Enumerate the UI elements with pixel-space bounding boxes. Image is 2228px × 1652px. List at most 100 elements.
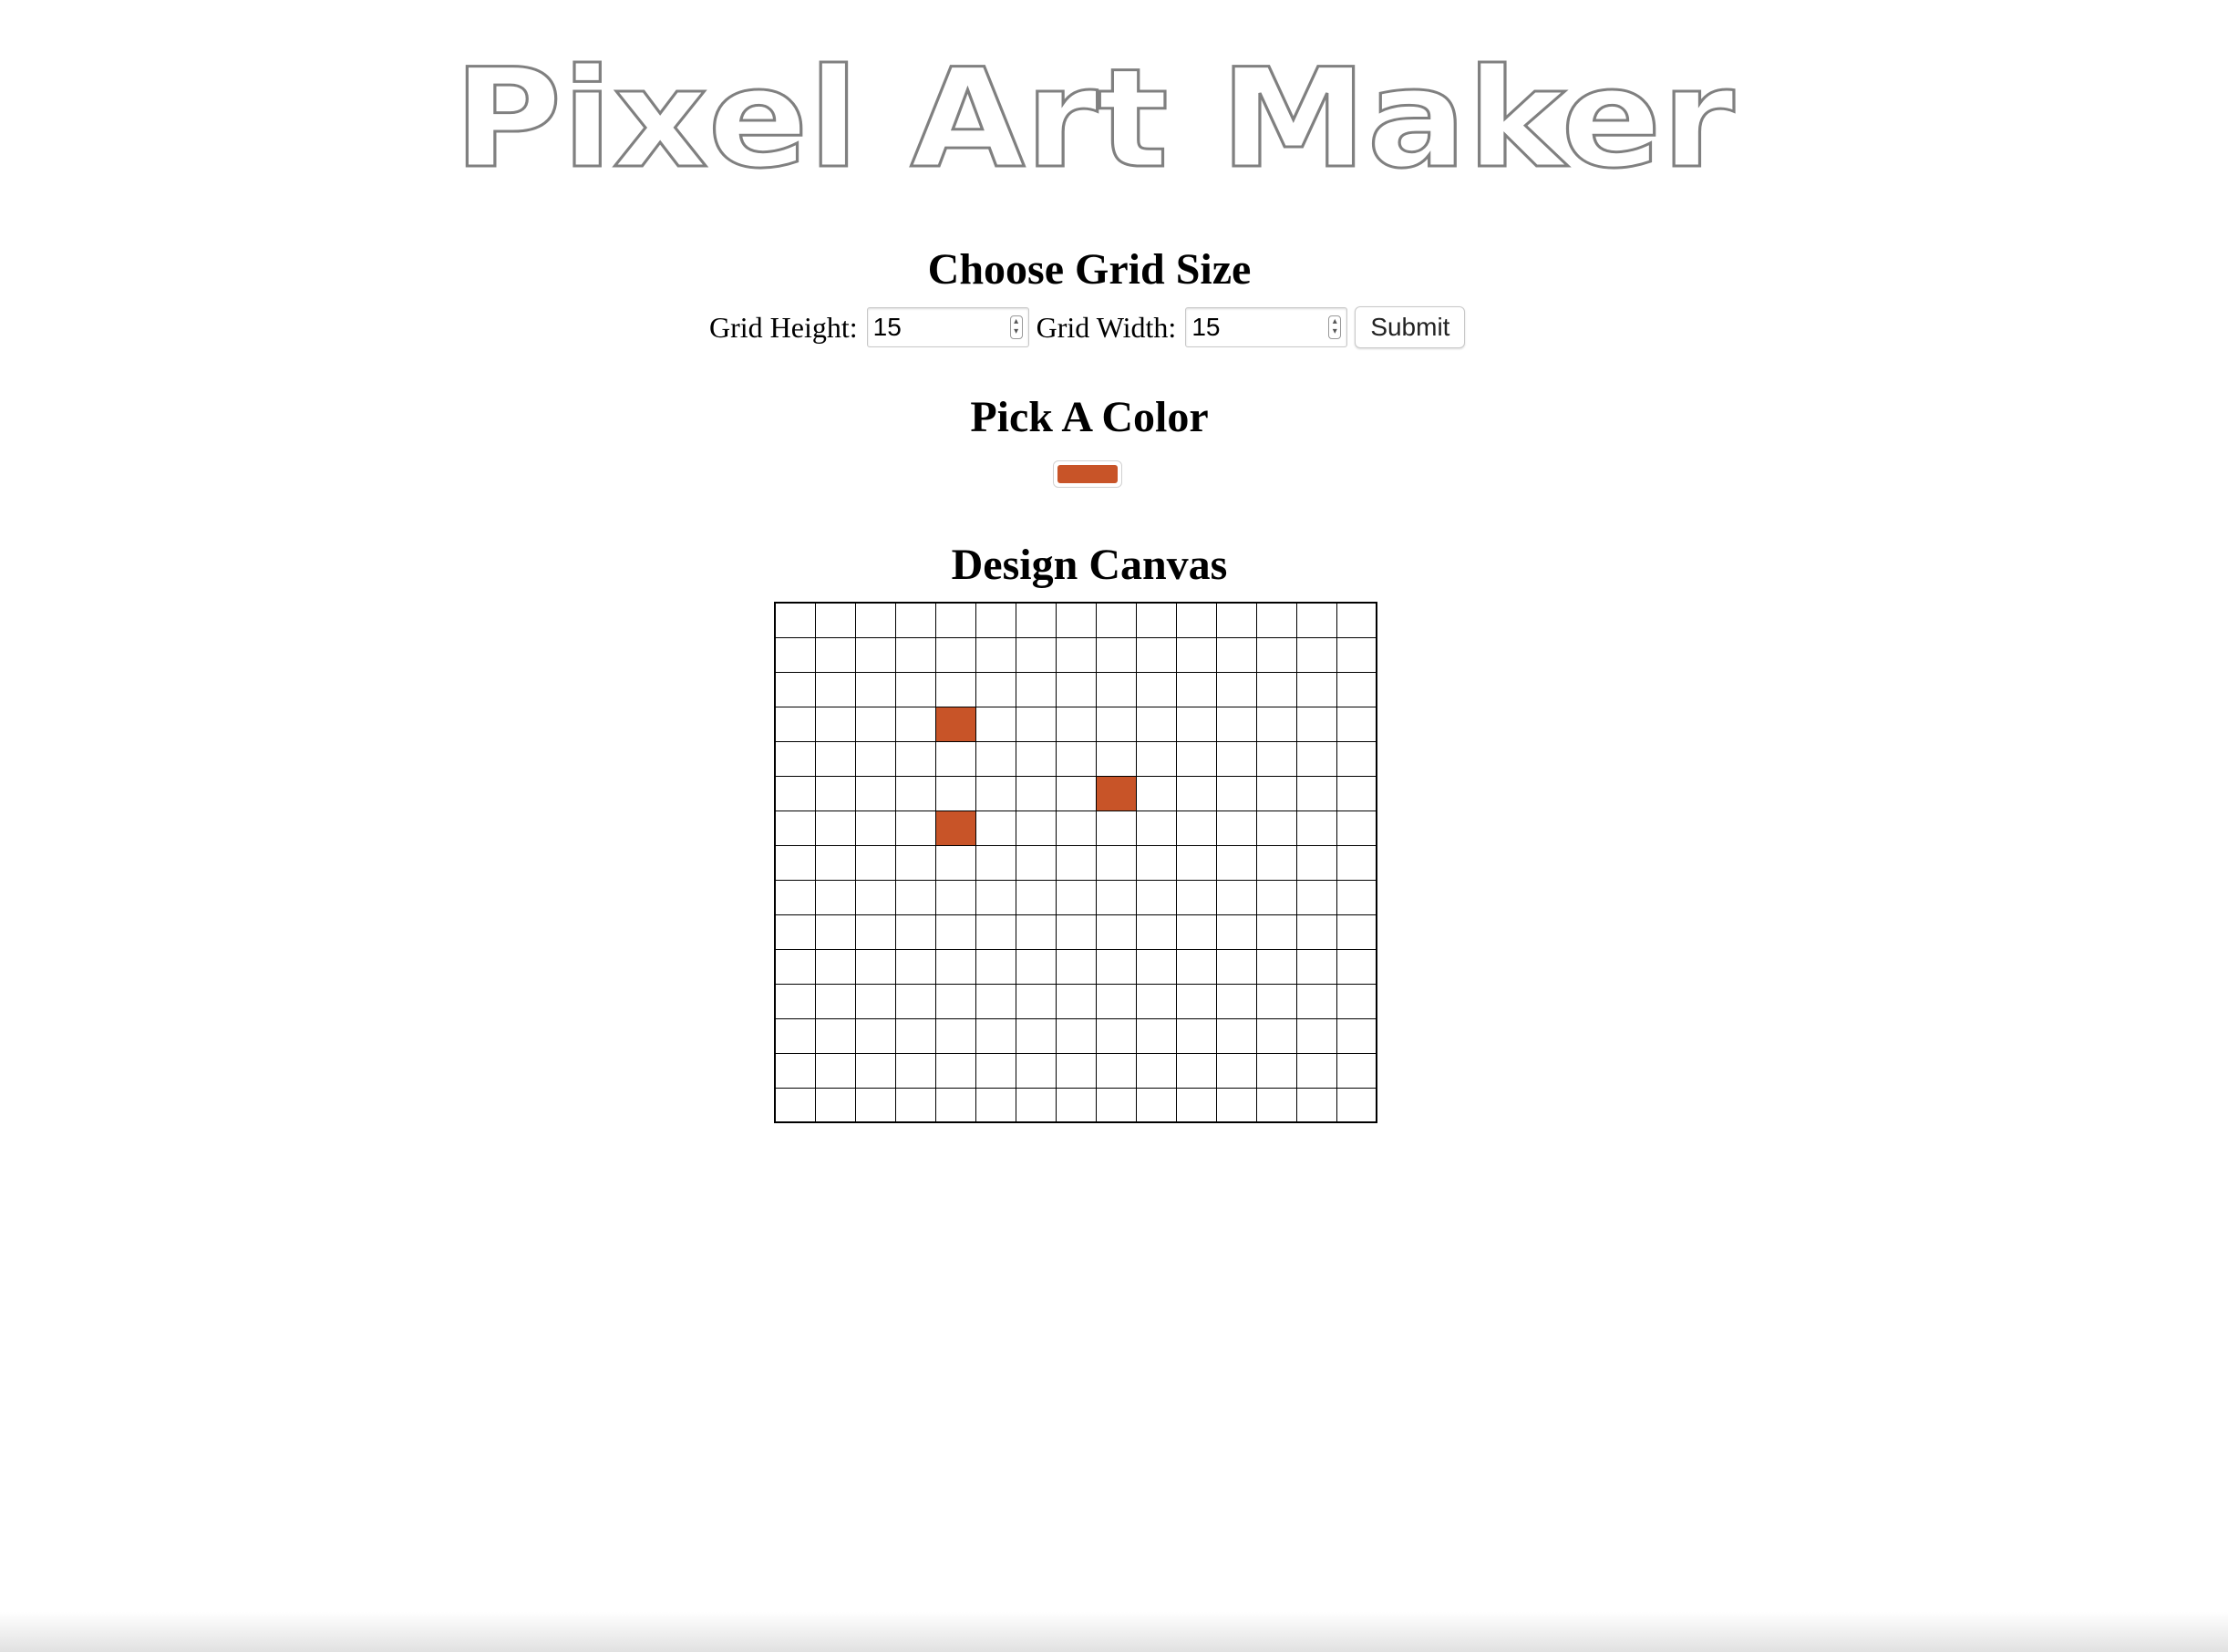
canvas-cell[interactable] (1295, 983, 1337, 1019)
canvas-cell[interactable] (1336, 810, 1377, 846)
canvas-cell[interactable] (1095, 636, 1137, 673)
canvas-cell[interactable] (774, 1017, 816, 1054)
canvas-cell[interactable] (1095, 740, 1137, 777)
canvas-cell[interactable] (854, 914, 896, 950)
canvas-cell[interactable] (1055, 671, 1097, 707)
canvas-cell[interactable] (854, 706, 896, 742)
canvas-cell[interactable] (975, 706, 1016, 742)
canvas-cell[interactable] (774, 775, 816, 811)
canvas-cell[interactable] (1135, 602, 1177, 638)
canvas-cell[interactable] (1336, 879, 1377, 915)
canvas-cell[interactable] (934, 602, 976, 638)
canvas-cell[interactable] (1255, 636, 1297, 673)
canvas-cell[interactable] (894, 983, 936, 1019)
canvas-cell[interactable] (975, 844, 1016, 881)
canvas-cell[interactable] (1015, 983, 1057, 1019)
canvas-cell[interactable] (1215, 914, 1257, 950)
canvas-cell[interactable] (1015, 844, 1057, 881)
canvas-cell[interactable] (774, 1087, 816, 1123)
canvas-cell[interactable] (814, 775, 856, 811)
canvas-cell[interactable] (1295, 775, 1337, 811)
canvas-cell[interactable] (1215, 1017, 1257, 1054)
canvas-cell[interactable] (1215, 879, 1257, 915)
grid-height-input[interactable]: 15 ▴ ▾ (866, 307, 1029, 347)
canvas-cell[interactable] (1095, 671, 1137, 707)
canvas-cell[interactable] (1255, 671, 1297, 707)
canvas-cell[interactable] (894, 1017, 936, 1054)
canvas-cell[interactable] (1175, 879, 1217, 915)
canvas-cell[interactable] (1295, 1087, 1337, 1123)
canvas-cell[interactable] (894, 879, 936, 915)
canvas-cell[interactable] (1015, 948, 1057, 985)
canvas-cell[interactable] (854, 602, 896, 638)
canvas-cell[interactable] (1055, 602, 1097, 638)
canvas-cell[interactable] (1175, 948, 1217, 985)
canvas-cell[interactable] (1135, 879, 1177, 915)
canvas-cell[interactable] (1055, 1052, 1097, 1089)
canvas-cell[interactable] (814, 948, 856, 985)
canvas-cell[interactable] (934, 810, 976, 846)
canvas-cell[interactable] (975, 983, 1016, 1019)
canvas-cell[interactable] (814, 636, 856, 673)
canvas-cell[interactable] (934, 983, 976, 1019)
canvas-cell[interactable] (774, 602, 816, 638)
canvas-cell[interactable] (1295, 636, 1337, 673)
canvas-cell[interactable] (854, 879, 896, 915)
canvas-cell[interactable] (894, 671, 936, 707)
canvas-cell[interactable] (1015, 775, 1057, 811)
canvas-cell[interactable] (975, 671, 1016, 707)
canvas-cell[interactable] (1055, 740, 1097, 777)
canvas-cell[interactable] (774, 706, 816, 742)
canvas-cell[interactable] (774, 671, 816, 707)
grid-width-input[interactable]: 15 ▴ ▾ (1185, 307, 1348, 347)
canvas-cell[interactable] (1255, 810, 1297, 846)
canvas-cell[interactable] (975, 1017, 1016, 1054)
canvas-cell[interactable] (1175, 636, 1217, 673)
canvas-cell[interactable] (1255, 879, 1297, 915)
canvas-cell[interactable] (854, 1017, 896, 1054)
canvas-cell[interactable] (934, 740, 976, 777)
canvas-cell[interactable] (894, 1087, 936, 1123)
canvas-cell[interactable] (975, 1052, 1016, 1089)
canvas-cell[interactable] (854, 1052, 896, 1089)
canvas-cell[interactable] (1295, 844, 1337, 881)
canvas-cell[interactable] (814, 602, 856, 638)
canvas-cell[interactable] (814, 1017, 856, 1054)
canvas-cell[interactable] (1175, 810, 1217, 846)
canvas-cell[interactable] (934, 879, 976, 915)
canvas-cell[interactable] (1295, 1017, 1337, 1054)
canvas-cell[interactable] (1215, 671, 1257, 707)
canvas-cell[interactable] (1015, 740, 1057, 777)
canvas-cell[interactable] (1055, 844, 1097, 881)
canvas-cell[interactable] (1336, 775, 1377, 811)
canvas-cell[interactable] (1095, 810, 1137, 846)
canvas-cell[interactable] (1055, 914, 1097, 950)
canvas-cell[interactable] (1055, 983, 1097, 1019)
canvas-cell[interactable] (975, 740, 1016, 777)
canvas-cell[interactable] (814, 740, 856, 777)
canvas-cell[interactable] (1336, 671, 1377, 707)
canvas-cell[interactable] (1255, 844, 1297, 881)
canvas-cell[interactable] (1215, 740, 1257, 777)
canvas-cell[interactable] (1215, 602, 1257, 638)
canvas-cell[interactable] (1055, 775, 1097, 811)
canvas-cell[interactable] (774, 810, 816, 846)
canvas-cell[interactable] (1215, 983, 1257, 1019)
canvas-cell[interactable] (1175, 844, 1217, 881)
canvas-cell[interactable] (1175, 740, 1217, 777)
canvas-cell[interactable] (975, 602, 1016, 638)
canvas-cell[interactable] (975, 879, 1016, 915)
canvas-cell[interactable] (1215, 844, 1257, 881)
canvas-cell[interactable] (1255, 914, 1297, 950)
canvas-cell[interactable] (1015, 879, 1057, 915)
canvas-cell[interactable] (1135, 706, 1177, 742)
canvas-cell[interactable] (1135, 844, 1177, 881)
canvas-cell[interactable] (1215, 775, 1257, 811)
canvas-cell[interactable] (774, 879, 816, 915)
canvas-cell[interactable] (1135, 1087, 1177, 1123)
canvas-cell[interactable] (1215, 1087, 1257, 1123)
canvas-cell[interactable] (1255, 740, 1297, 777)
canvas-cell[interactable] (975, 948, 1016, 985)
canvas-cell[interactable] (975, 810, 1016, 846)
canvas-cell[interactable] (1336, 948, 1377, 985)
